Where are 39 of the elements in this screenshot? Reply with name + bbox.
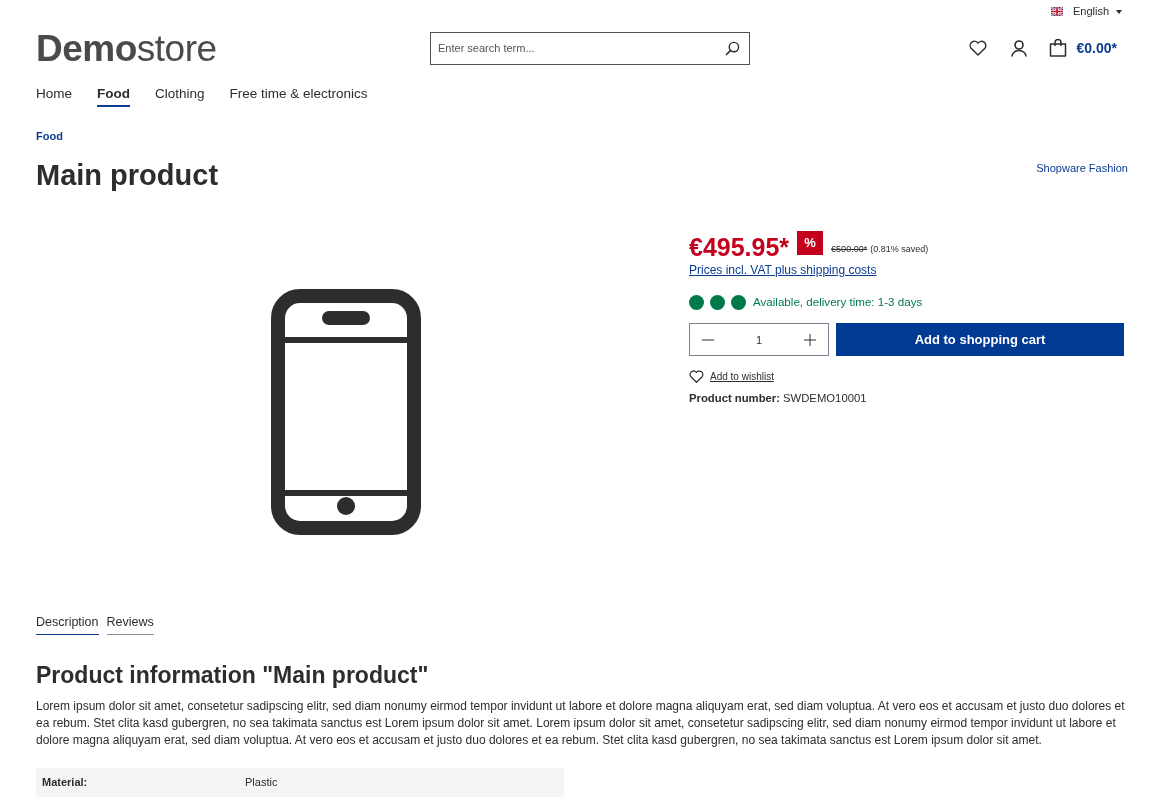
caret-icon [1116, 9, 1122, 14]
manufacturer-link[interactable]: Shopware Fashion [1036, 161, 1128, 175]
tax-info-link[interactable]: Prices incl. VAT plus shipping costs [689, 263, 877, 277]
product-title: Main product [36, 158, 219, 192]
breadcrumb-link[interactable]: Food [36, 129, 63, 143]
product-number-label: Product number: [689, 391, 780, 406]
tab[interactable]: Reviews [106, 609, 154, 635]
list-price: €500.00* [831, 243, 868, 256]
discount-badge: % [797, 231, 824, 255]
nav-link[interactable]: Home [36, 83, 72, 107]
property-label: Material: [41, 775, 89, 791]
property-value: Plastic [245, 775, 278, 791]
tab[interactable]: Description [36, 609, 99, 635]
user-icon[interactable] [1010, 39, 1027, 57]
description-text: Lorem ipsum dolor sit amet, consetetur sadipscing elitr, sed diam nonumy eirmod tempor invidunt ut labore et dolore magna aliquyam erat, sed diam voluptua. At vero eos et accusam et justo duo dolores et ea rebum. Stet clita kasd gubergren, no sea takimata sanctus est Lorem ipsum dolor sit amet. Lorem ipsum dolor sit amet, consetetur sadipscing elitr, sed diam nonumy eirmod tempor invidunt ut labore et dolore magna aliquyam erat, sed diam voluptua. At vero eos et accusam et justo duo dolores et ea rebum. Stet clita kasd gubergren, no sea takimata sanctus est Lorem ipsum dolor sit amet. [36, 698, 1126, 749]
product-price: €495.95* [689, 235, 790, 259]
nav-link[interactable]: Free time & electronics [229, 83, 368, 107]
delivery-status: Available, delivery time: 1-3 days [753, 294, 923, 311]
saving-text: (0.81% saved) [870, 243, 929, 256]
cart-button[interactable]: €0.00* [1048, 37, 1117, 59]
nav-link[interactable]: Food [97, 83, 130, 107]
add-to-cart-button[interactable]: Add to shopping cart [836, 323, 1124, 356]
heart-icon [689, 370, 704, 383]
wishlist-link[interactable]: Add to wishlist [689, 369, 774, 384]
heart-icon[interactable] [968, 40, 987, 56]
description-heading: Product information "Main product" [36, 661, 429, 689]
language-button[interactable]: English [1050, 3, 1128, 20]
minus-icon [702, 338, 714, 341]
plus-icon [804, 333, 816, 346]
bag-icon [1048, 39, 1067, 57]
quantity-stepper[interactable]: 1 [689, 323, 829, 356]
quantity-input[interactable]: 1 [726, 324, 792, 355]
nav-link[interactable]: Clothing [155, 83, 205, 107]
search-field[interactable]: Enter search term... [430, 31, 750, 65]
flag-icon [1050, 7, 1063, 16]
smartphone-icon [271, 289, 421, 535]
store-logo[interactable]: Demostore [36, 29, 217, 67]
search-icon[interactable] [725, 40, 740, 56]
product-number: SWDEMO10001 [783, 391, 867, 406]
